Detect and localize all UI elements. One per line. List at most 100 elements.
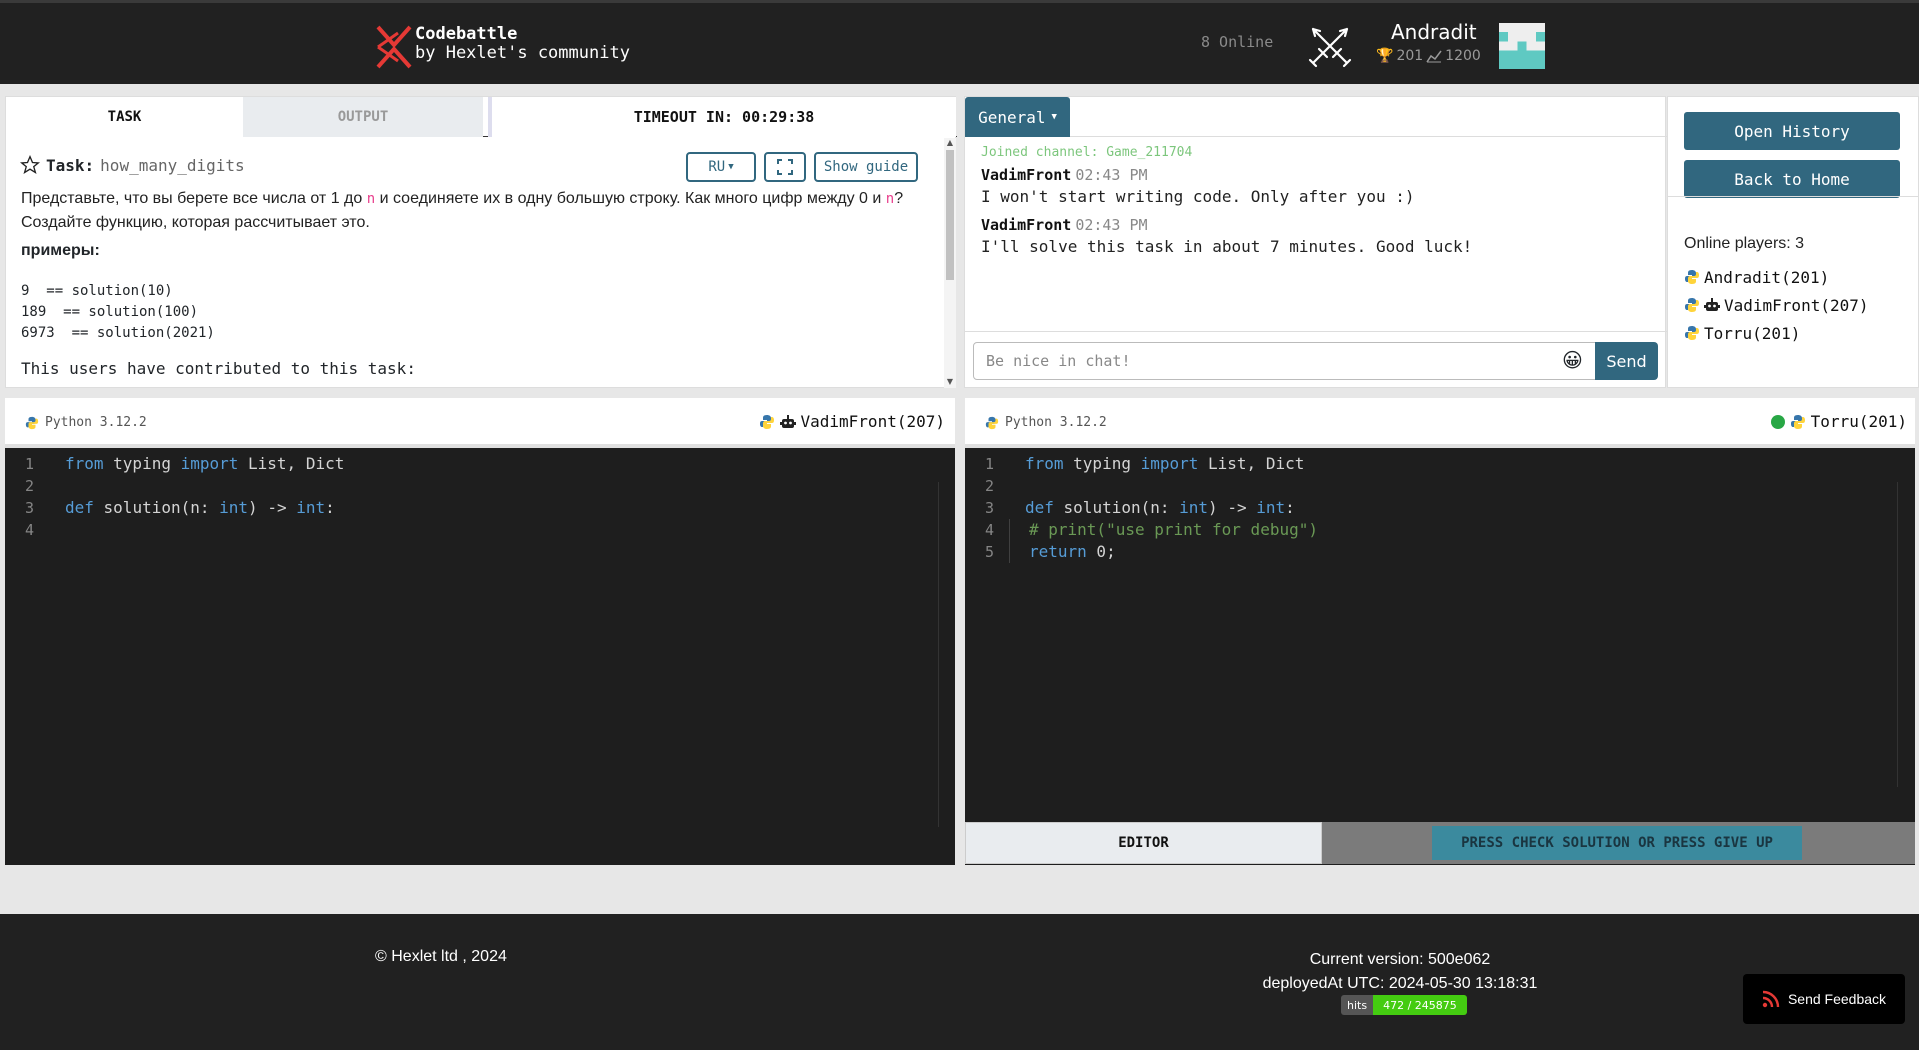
- user-stats: 🏆 201 1200: [1376, 48, 1481, 64]
- tab-task[interactable]: TASK: [6, 97, 243, 137]
- caret-down-icon: ▼: [1051, 112, 1057, 122]
- online-count[interactable]: 8 Online: [1201, 33, 1273, 51]
- desc-var-n: n: [366, 191, 376, 207]
- sidebar-divider: [1668, 196, 1919, 197]
- opponent-editor: Python 3.12.2 VadimFront(207) 1 from typi…: [5, 398, 955, 865]
- hits-label: hits: [1341, 995, 1374, 1015]
- copyright: © Hexlet ltd , 2024: [375, 948, 507, 965]
- system-message: Joined channel: Game_211704: [981, 145, 1193, 160]
- message-header: VadimFront 02:43 PM: [981, 166, 1651, 184]
- language-label: RU: [708, 159, 726, 175]
- online-status-dot: [1770, 414, 1785, 429]
- task-name: how_many_digits: [100, 155, 245, 175]
- chat-input[interactable]: Be nice in chat!: [973, 342, 1596, 380]
- line-number: 5: [985, 543, 995, 561]
- message-time: 02:43 PM: [1075, 216, 1148, 234]
- player-item[interactable]: Andradit(201): [1684, 263, 1869, 291]
- task-title: Task: how_many_digits: [20, 155, 245, 175]
- python-icon: [1790, 414, 1805, 429]
- show-guide-button[interactable]: Show guide: [814, 152, 918, 182]
- user-points: 1200: [1445, 48, 1481, 64]
- deployed-at: deployedAt UTC: 2024-05-30 13:18:31: [1262, 975, 1538, 992]
- code-line: def solution(n: int) -> int:: [1025, 498, 1295, 517]
- trophy-icon: 🏆: [1376, 48, 1394, 64]
- line-number: 3: [985, 499, 995, 517]
- code-area[interactable]: 1 from typing import List, Dict 2 3 def so…: [965, 453, 1915, 563]
- editor-footer: EDITOR PRESS CHECK SOLUTION OR PRESS GIV…: [965, 822, 1915, 865]
- tab-editor[interactable]: EDITOR: [965, 822, 1322, 864]
- action-bar: PRESS CHECK SOLUTION OR PRESS GIVE UP: [1322, 822, 1915, 864]
- player-item[interactable]: VadimFront(207): [1684, 291, 1869, 319]
- code-line: # print("use print for debug"): [1009, 519, 1318, 541]
- star-icon[interactable]: [20, 155, 40, 175]
- player-item[interactable]: Torru(201): [1684, 319, 1869, 347]
- line-number: 4: [985, 521, 995, 539]
- line-number: 1: [25, 455, 35, 473]
- rss-icon: [1762, 990, 1780, 1008]
- hits-value: 472 / 245875: [1373, 995, 1467, 1015]
- feedback-label: Send Feedback: [1787, 991, 1887, 1007]
- online-players-heading: Online players: 3: [1684, 235, 1805, 252]
- editor-language: Python 3.12.2: [985, 415, 1107, 430]
- chart-icon: [1426, 50, 1442, 63]
- language-dropdown[interactable]: RU ▼: [686, 152, 756, 182]
- minimap-ruler: [938, 482, 939, 827]
- python-icon: [1685, 326, 1699, 340]
- message-author[interactable]: VadimFront: [981, 166, 1071, 184]
- crossed-swords-icon[interactable]: [1307, 23, 1353, 69]
- open-history-button[interactable]: Open History: [1684, 112, 1900, 150]
- player-name: Torru(201): [1704, 323, 1801, 343]
- check-solution-hint-button[interactable]: PRESS CHECK SOLUTION OR PRESS GIVE UP: [1432, 826, 1802, 860]
- player-name: VadimFront(207): [800, 412, 946, 431]
- example-line: 6973 == solution(2021): [21, 325, 215, 341]
- player-name: VadimFront(207): [1724, 295, 1869, 315]
- emoji-icon[interactable]: 😀: [1562, 348, 1583, 372]
- top-navbar: Codebattle by Hexlet's community 8 Onlin…: [0, 3, 1919, 84]
- send-button[interactable]: Send: [1595, 342, 1658, 380]
- task-scrollbar[interactable]: ▲ ▼: [944, 138, 956, 388]
- contributors-heading: This users have contributed to this task…: [21, 359, 416, 378]
- code-line: return 0;: [1009, 541, 1116, 563]
- code-line: def solution(n: int) -> int:: [65, 498, 335, 517]
- examples-heading: примеры:: [21, 242, 100, 259]
- line-number: 2: [985, 477, 995, 495]
- channel-dropdown[interactable]: General ▼: [965, 97, 1070, 137]
- scroll-down-icon[interactable]: ▼: [946, 378, 954, 386]
- line-number: 4: [25, 521, 35, 539]
- editor-header: Python 3.12.2 VadimFront(207): [5, 398, 955, 448]
- codebattle-logo-icon[interactable]: [374, 25, 414, 69]
- back-home-button[interactable]: Back to Home: [1684, 160, 1900, 198]
- scroll-thumb[interactable]: [946, 150, 954, 280]
- fullscreen-button[interactable]: [764, 152, 806, 182]
- tab-output[interactable]: OUTPUT: [243, 97, 483, 137]
- hits-badge[interactable]: hits 472 / 245875: [1341, 995, 1467, 1015]
- version-info: Current version: 500e062 deployedAt UTC:…: [1200, 948, 1600, 996]
- send-feedback-button[interactable]: Send Feedback: [1743, 974, 1905, 1024]
- task-label: Task:: [46, 155, 95, 175]
- robot-icon: [1704, 298, 1720, 311]
- page-footer: © Hexlet ltd , 2024 Current version: 500…: [0, 914, 1919, 1050]
- fullscreen-icon: [777, 159, 793, 175]
- brand-text[interactable]: Codebattle by Hexlet's community: [415, 25, 630, 63]
- task-panel: TASK OUTPUT TIMEOUT IN: 00:29:38 Task: h…: [5, 96, 957, 388]
- editor-player[interactable]: Torru(201): [1770, 412, 1907, 431]
- chat-header: General ▼: [965, 97, 1667, 137]
- task-description-area: Task: how_many_digits RU ▼ Show guide Пр…: [6, 138, 944, 388]
- code-area[interactable]: 1 from typing import List, Dict 2 3 def so…: [5, 453, 955, 541]
- online-players-list: Andradit(201) VadimFront(207) Torru(201): [1684, 263, 1869, 347]
- game-sidebar: Open History Back to Home Online players…: [1667, 96, 1919, 388]
- avatar[interactable]: [1499, 23, 1545, 69]
- user-name[interactable]: Andradit: [1391, 20, 1477, 44]
- chat-messages: Joined channel: Game_211704 VadimFront 02…: [981, 145, 1651, 256]
- minimap-ruler: [1897, 482, 1898, 787]
- editor-player[interactable]: VadimFront(207): [759, 412, 946, 431]
- message-author[interactable]: VadimFront: [981, 216, 1071, 234]
- language-version: Python 3.12.2: [1005, 415, 1107, 430]
- scroll-up-icon[interactable]: ▲: [946, 139, 954, 147]
- message-time: 02:43 PM: [1075, 166, 1148, 184]
- chat-divider: [965, 331, 1667, 332]
- editor-language: Python 3.12.2: [25, 415, 147, 430]
- player-name: Torru(201): [1810, 412, 1907, 431]
